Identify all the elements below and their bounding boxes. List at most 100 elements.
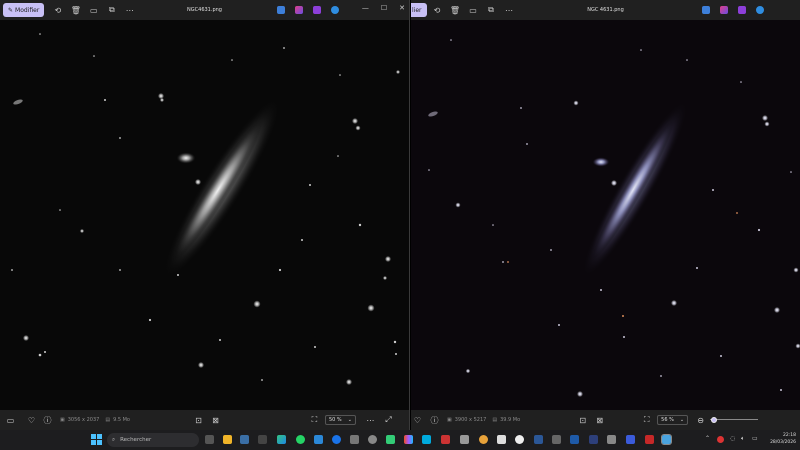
whatsapp-icon[interactable]	[296, 435, 305, 444]
app-icon-8[interactable]	[441, 435, 450, 444]
app-icon-12[interactable]	[515, 435, 524, 444]
close-icon[interactable]: ✕	[399, 4, 405, 12]
app-icon-4[interactable]	[350, 435, 359, 444]
clipchamp-icon-right[interactable]	[738, 6, 746, 14]
designer-icon[interactable]	[277, 6, 285, 14]
file-size-right: ▤ 39.9 Mo	[492, 417, 521, 423]
onedrive-icon[interactable]	[331, 6, 339, 14]
photos-app-icon[interactable]	[661, 434, 672, 445]
zoom-slider-track	[710, 419, 759, 420]
rotate-icon[interactable]: ⟲	[53, 6, 62, 15]
delete-icon-right[interactable]: 🗑︎	[450, 6, 460, 15]
browser-icon[interactable]	[332, 435, 341, 444]
visual-search-icon[interactable]: ⊠	[211, 416, 220, 425]
tray-app-icon[interactable]	[717, 436, 724, 443]
zoom-slider-thumb[interactable]	[711, 417, 718, 423]
detect-icon[interactable]: ⊡	[194, 416, 203, 425]
edit-button-right[interactable]: lier	[411, 3, 427, 17]
detect-icon-right[interactable]: ⊡	[578, 416, 587, 425]
fullscreen-icon[interactable]: ⤢	[384, 415, 393, 425]
app-icon-11[interactable]	[497, 435, 506, 444]
app-icon-5[interactable]	[368, 435, 377, 444]
info-icon-right[interactable]: ⓘ	[430, 416, 439, 425]
more-icon[interactable]: ⋯	[125, 6, 134, 15]
photo-window-left: ✎ Modifier ⟲ 🗑︎ ▭ ⧉ ⋯ NGC4631.png — ☐ ✕	[0, 0, 410, 430]
network-icon[interactable]: ◌	[730, 435, 735, 442]
clock[interactable]: 22:18 28/03/2026	[770, 432, 796, 446]
app-icon-1[interactable]	[240, 435, 249, 444]
more-icon-right[interactable]: ⋯	[505, 6, 514, 15]
edge-icon[interactable]	[277, 435, 286, 444]
dimensions-icon: ▣	[60, 417, 65, 423]
delete-icon[interactable]: 🗑︎	[71, 6, 81, 15]
edit-button[interactable]: ✎ Modifier	[3, 3, 45, 17]
figma-icon[interactable]	[404, 435, 413, 444]
clock-date: 28/03/2026	[770, 440, 796, 445]
galaxy-image-grayscale	[11, 33, 400, 385]
chevron-down-icon-right: ⌄	[679, 417, 685, 423]
zoom-out-icon[interactable]: ⊖	[696, 416, 705, 425]
crop-icon[interactable]: ⧉	[107, 5, 116, 15]
app-icon-18[interactable]	[626, 435, 635, 444]
info-icon[interactable]: ⓘ	[43, 416, 52, 425]
search-icon: ⌕	[112, 436, 116, 443]
app-icon-17[interactable]	[607, 435, 616, 444]
statusbar-left: ▭ ♡ ⓘ ▣ 3056 x 2037 ▤ 9.5 Mo ⊡ ⊠ ⛶ 50 % …	[0, 410, 409, 430]
statusbar-right: ♡ ⓘ ▣ 3900 x 5217 ▤ 39.9 Mo ⊡ ⊠ ⛶ 56 % ⌄…	[411, 410, 800, 430]
more-options-icon[interactable]: ⋯	[366, 416, 375, 425]
zoom-dropdown[interactable]: 50 % ⌄	[324, 415, 356, 425]
zoom-slider[interactable]	[710, 415, 759, 425]
chevron-down-icon: ⌄	[347, 417, 352, 423]
task-view-icon[interactable]	[205, 435, 214, 444]
chevron-up-icon[interactable]: ⌃	[705, 435, 710, 442]
maximize-icon[interactable]: ☐	[381, 4, 387, 12]
image-viewer-left[interactable]	[0, 20, 409, 410]
clock-time: 22:18	[783, 433, 796, 438]
fit-to-window-icon[interactable]: ⛶	[310, 415, 319, 425]
minimize-icon[interactable]: —	[362, 4, 369, 12]
print-icon-right[interactable]: ▭	[469, 6, 478, 15]
app-icon-14[interactable]	[552, 435, 561, 444]
favorite-icon-right[interactable]: ♡	[413, 416, 422, 425]
favorite-icon[interactable]: ♡	[27, 416, 36, 425]
photo-window-right: lier ⟲ 🗑︎ ▭ ⧉ ⋯ NGC 4631.png ♡ ⓘ ▣ 3900 …	[411, 0, 800, 430]
file-explorer-icon[interactable]	[223, 435, 232, 444]
app-icon-3[interactable]	[314, 435, 323, 444]
visual-search-icon-right[interactable]: ⊠	[595, 416, 604, 425]
start-icon[interactable]	[91, 434, 102, 445]
filmstrip-icon[interactable]: ▭	[6, 416, 15, 425]
window-controls: — ☐ ✕	[362, 4, 405, 12]
app-icon-15[interactable]	[570, 435, 579, 444]
volume-icon[interactable]: 🔈︎	[741, 435, 745, 443]
app-icon-2[interactable]	[258, 435, 267, 444]
copilot-icon-right[interactable]	[720, 6, 728, 14]
edit-label: Modifier	[15, 6, 40, 14]
crop-icon-right[interactable]: ⧉	[487, 5, 496, 15]
copilot-icon[interactable]	[295, 6, 303, 14]
file-size-icon-right: ▤	[492, 417, 498, 423]
dimensions-icon-right: ▣	[447, 417, 452, 423]
print-icon[interactable]: ▭	[89, 6, 98, 15]
galaxy-image-color	[428, 39, 800, 397]
app-icon-10[interactable]	[479, 435, 488, 444]
app-icon-9[interactable]	[460, 435, 469, 444]
titlebar-right: lier ⟲ 🗑︎ ▭ ⧉ ⋯ NGC 4631.png	[411, 0, 800, 20]
search-placeholder: Rechercher	[120, 437, 152, 443]
image-viewer-right[interactable]	[411, 20, 800, 410]
image-dimensions: ▣ 3056 x 2037	[60, 417, 100, 423]
designer-icon-right[interactable]	[702, 6, 710, 14]
fit-to-window-icon-right[interactable]: ⛶	[642, 415, 651, 425]
battery-icon[interactable]: ▭	[752, 435, 758, 442]
app-icon-16[interactable]	[589, 435, 598, 444]
app-icon-19[interactable]	[645, 435, 654, 444]
edit-icon: ✎	[8, 6, 14, 14]
zoom-dropdown-right[interactable]: 56 % ⌄	[657, 415, 689, 425]
rotate-icon-right[interactable]: ⟲	[433, 6, 442, 15]
app-icon-6[interactable]	[386, 435, 395, 444]
search-bar[interactable]: ⌕ Rechercher	[107, 433, 199, 447]
clipchamp-icon[interactable]	[313, 6, 321, 14]
app-icon-13[interactable]	[534, 435, 543, 444]
app-icon-7[interactable]	[422, 435, 431, 444]
app-icons-left	[277, 6, 339, 14]
onedrive-icon-right[interactable]	[756, 6, 764, 14]
